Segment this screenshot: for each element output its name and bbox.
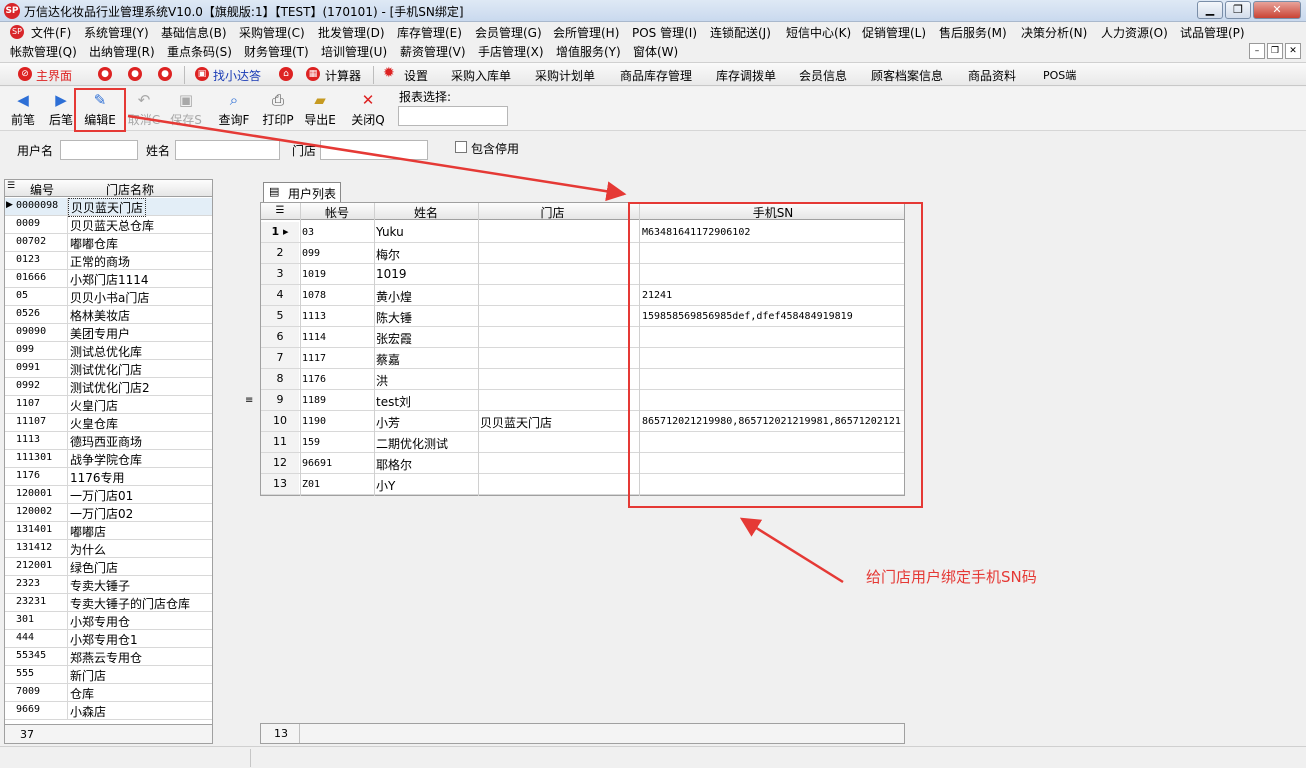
annotation-arrows xyxy=(127,114,844,584)
status-bar xyxy=(0,746,1306,768)
annotation-text: 给门店用户绑定手机SN码 xyxy=(866,568,1037,586)
arrow-note-to-sn xyxy=(739,517,844,584)
arrow-edit-to-sn xyxy=(127,114,627,202)
